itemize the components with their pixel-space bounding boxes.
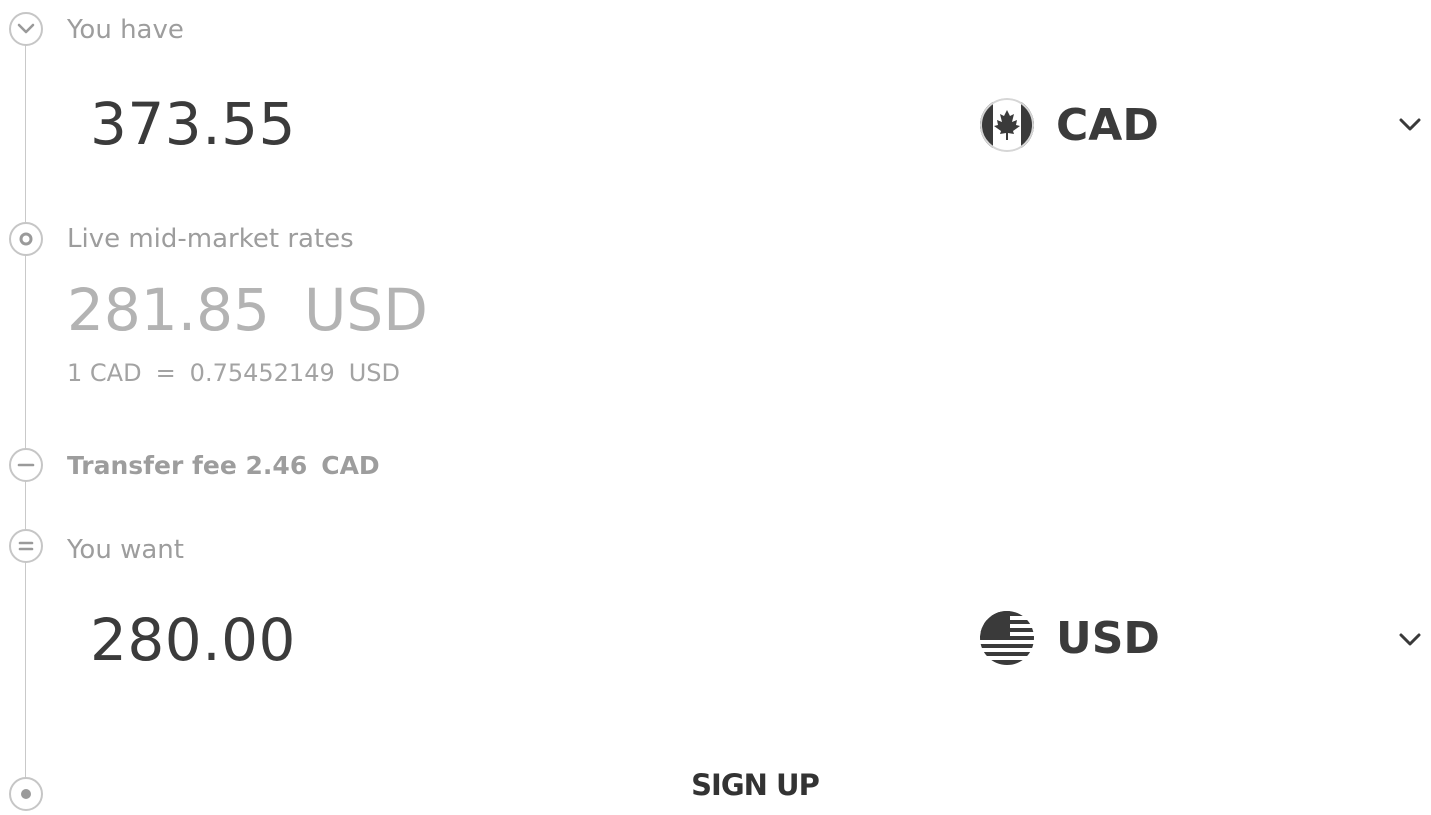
timeline-line bbox=[25, 40, 26, 780]
dot-circle-icon bbox=[9, 222, 43, 256]
dot-circle-icon bbox=[9, 777, 43, 811]
transfer-fee: Transfer fee 2.46 CAD bbox=[67, 451, 380, 480]
exchange-rate: 1 CAD = 0.75452149 USD bbox=[67, 359, 414, 387]
converted-amount: 281.85 USD bbox=[67, 276, 428, 344]
rate-currency: USD bbox=[348, 359, 401, 387]
transfer-fee-label: Transfer fee 2.46 bbox=[67, 451, 308, 480]
rates-label: Live mid-market rates bbox=[67, 224, 354, 254]
transfer-fee-currency: CAD bbox=[321, 451, 380, 480]
rate-left: 1 CAD bbox=[67, 359, 142, 387]
chevron-down-icon[interactable] bbox=[1396, 114, 1424, 136]
rate-value: 0.75452149 bbox=[189, 359, 335, 387]
converted-amount-currency: USD bbox=[303, 276, 428, 344]
you-have-currency-code: CAD bbox=[1056, 99, 1159, 151]
you-want-currency-code: USD bbox=[1056, 612, 1160, 664]
chevron-down-icon[interactable] bbox=[1396, 629, 1424, 651]
usa-flag-icon bbox=[980, 611, 1034, 665]
rate-equals: = bbox=[155, 359, 176, 387]
equals-circle-icon bbox=[9, 529, 43, 563]
you-have-label: You have bbox=[67, 15, 184, 45]
you-have-amount-input[interactable]: 373.55 bbox=[90, 90, 296, 158]
sign-up-button[interactable]: SIGN UP bbox=[650, 762, 860, 808]
you-want-label: You want bbox=[67, 535, 184, 565]
you-have-currency-select[interactable]: CAD bbox=[980, 95, 1159, 155]
minus-circle-icon bbox=[9, 448, 43, 482]
chevron-down-circle-icon bbox=[9, 12, 43, 46]
you-want-currency-select[interactable]: USD bbox=[980, 608, 1160, 668]
canada-flag-icon bbox=[980, 98, 1034, 152]
you-want-amount-input[interactable]: 280.00 bbox=[90, 606, 296, 674]
converted-amount-value: 281.85 bbox=[67, 276, 270, 344]
